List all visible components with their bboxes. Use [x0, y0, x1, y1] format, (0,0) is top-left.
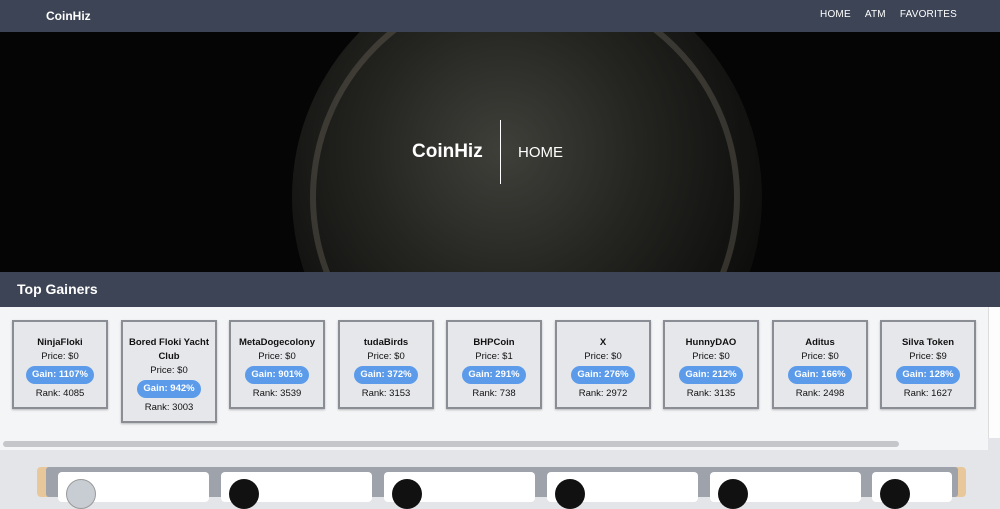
hero-title: CoinHiz	[412, 141, 483, 162]
coin-rank: Rank: 3153	[361, 388, 411, 399]
bitcoin-icon	[718, 479, 748, 509]
carousel-edge	[988, 307, 1000, 438]
gainer-card[interactable]: X Price: $0 Gain: 276% Rank: 2972	[555, 320, 651, 409]
coin-price: Price: $0	[584, 351, 622, 362]
section-title: Top Gainers	[17, 281, 98, 297]
coin-price: Price: $0	[150, 365, 188, 376]
bitcoin-icon	[229, 479, 259, 509]
coin-price: Price: $9	[909, 351, 947, 362]
top-gainers-header: Top Gainers	[0, 272, 1000, 307]
coin-name: NinjaFloki	[37, 337, 83, 348]
gain-badge: Gain: 901%	[245, 366, 309, 384]
gainer-card[interactable]: NinjaFloki Price: $0 Gain: 1107% Rank: 4…	[12, 320, 108, 409]
brand-logo[interactable]: CoinHiz	[46, 9, 91, 23]
coin-rank: Rank: 4085	[35, 388, 85, 399]
top-gainers-carousel[interactable]: NinjaFloki Price: $0 Gain: 1107% Rank: 4…	[0, 307, 988, 438]
coin-rank: Rank: 2498	[795, 388, 845, 399]
coin-rank: Rank: 3003	[144, 402, 194, 413]
gain-badge: Gain: 942%	[137, 380, 201, 398]
coin-price: Price: $1	[475, 351, 513, 362]
coin-rank: Rank: 3539	[252, 388, 302, 399]
nav-link-favorites[interactable]: FAVORITES	[900, 9, 957, 20]
gain-badge: Gain: 166%	[788, 366, 852, 384]
coin-name: X	[599, 337, 607, 348]
hero-banner: CoinHiz HOME	[0, 32, 1000, 272]
gain-badge: Gain: 372%	[354, 366, 418, 384]
gainer-card[interactable]: Bored Floki Yacht Club Price: $0 Gain: 9…	[121, 320, 217, 423]
bitcoin-icon	[392, 479, 422, 509]
hero-divider	[500, 120, 501, 184]
coin-rank: Rank: 1627	[903, 388, 953, 399]
gainer-card[interactable]: Silva Token Price: $9 Gain: 128% Rank: 1…	[880, 320, 976, 409]
gainer-card[interactable]: HunnyDAO Price: $0 Gain: 212% Rank: 3135	[663, 320, 759, 409]
gainer-card[interactable]: Aditus Price: $0 Gain: 166% Rank: 2498	[772, 320, 868, 409]
coin-price: Price: $0	[41, 351, 79, 362]
gain-badge: Gain: 1107%	[26, 366, 94, 384]
coin-price: Price: $0	[801, 351, 839, 362]
coin-name: Silva Token	[901, 337, 955, 348]
bitcoin-icon	[555, 479, 585, 509]
coin-name: HunnyDAO	[685, 337, 737, 348]
gainer-card[interactable]: tudaBirds Price: $0 Gain: 372% Rank: 315…	[338, 320, 434, 409]
coin-rank: Rank: 2972	[578, 388, 628, 399]
gain-badge: Gain: 276%	[571, 366, 635, 384]
gain-badge: Gain: 212%	[679, 366, 743, 384]
coin-price: Price: $0	[367, 351, 405, 362]
nav-links: HOME ATM FAVORITES	[820, 9, 957, 20]
coin-name: Bored Floki Yacht Club	[128, 337, 210, 362]
nav-link-home[interactable]: HOME	[820, 9, 851, 20]
scrollbar-thumb[interactable]	[3, 441, 899, 447]
coin-name: Aditus	[805, 337, 835, 348]
gain-badge: Gain: 128%	[896, 366, 960, 384]
bitcoin-icon	[880, 479, 910, 509]
gainer-card[interactable]: BHPCoin Price: $1 Gain: 291% Rank: 738	[446, 320, 542, 409]
coin-price: Price: $0	[258, 351, 296, 362]
coin-name: MetaDogecolony	[238, 337, 315, 348]
hero-subtitle: HOME	[518, 144, 563, 161]
coin-name: tudaBirds	[363, 337, 409, 348]
gain-badge: Gain: 291%	[462, 366, 526, 384]
nav-link-atm[interactable]: ATM	[865, 9, 886, 20]
gainer-card[interactable]: MetaDogecolony Price: $0 Gain: 901% Rank…	[229, 320, 325, 409]
horizontal-scrollbar[interactable]	[0, 438, 988, 450]
coin-rank: Rank: 3135	[686, 388, 736, 399]
coin-name: BHPCoin	[473, 337, 515, 348]
coin-rank: Rank: 738	[472, 388, 516, 399]
coin-price: Price: $0	[692, 351, 730, 362]
ethereum-icon	[66, 479, 96, 509]
top-navbar: CoinHiz HOME ATM FAVORITES	[0, 0, 1000, 32]
